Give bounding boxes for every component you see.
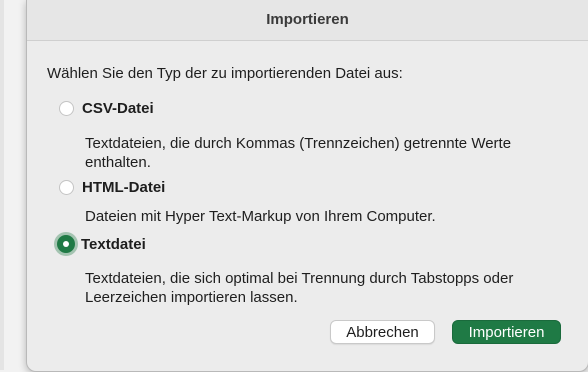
option-html-description: Dateien mit Hyper Text-Markup von Ihrem … (85, 208, 436, 225)
option-html[interactable]: HTML-Datei (59, 179, 165, 196)
option-text-description: Textdateien, die sich optimal bei Trennu… (85, 270, 514, 306)
radio-csv[interactable] (59, 101, 74, 116)
option-html-label: HTML-Datei (82, 179, 166, 196)
import-button[interactable]: Importieren (452, 320, 561, 344)
option-csv-description: Textdateien, die durch Kommas (Trennzeic… (85, 135, 512, 171)
radio-html[interactable] (59, 180, 74, 195)
import-dialog: Importieren Wählen Sie den Typ der zu im… (26, 0, 588, 372)
option-csv-label: CSV-Datei (82, 100, 154, 117)
radio-text-selected[interactable] (57, 235, 75, 253)
cancel-button[interactable]: Abbrechen (330, 320, 435, 344)
option-text[interactable]: Textdatei (57, 235, 146, 253)
dialog-prompt: Wählen Sie den Typ der zu importierenden… (47, 65, 403, 82)
option-text-label: Textdatei (81, 235, 146, 253)
option-csv[interactable]: CSV-Datei (59, 100, 154, 117)
dialog-title: Importieren (27, 0, 588, 41)
background-window-edge (0, 0, 4, 370)
